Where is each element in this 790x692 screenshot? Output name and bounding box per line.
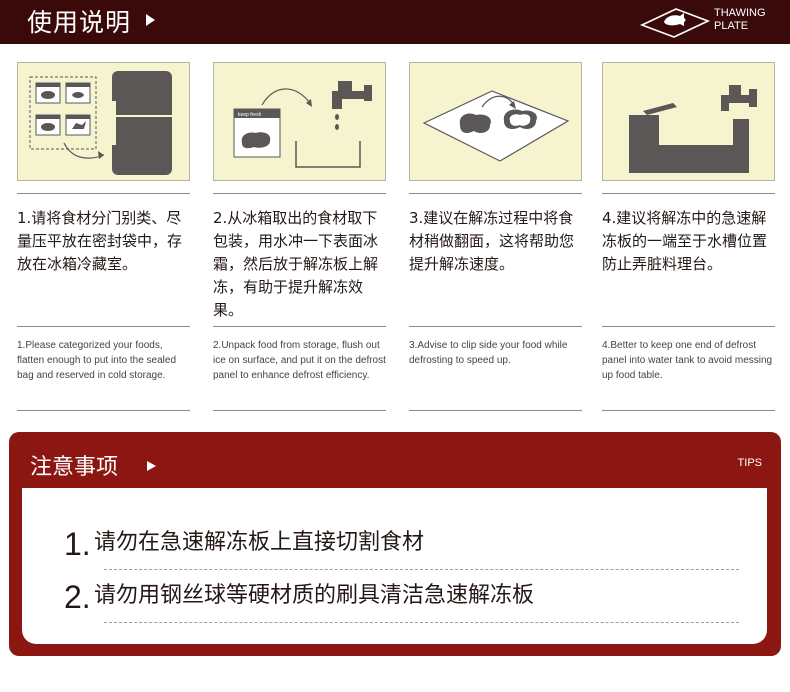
divider: [17, 410, 190, 411]
thawing-plate-logo-icon: [640, 8, 710, 38]
page-title: 使用说明: [27, 8, 132, 37]
divider: [17, 326, 190, 327]
notice-item: 2. 请勿用钢丝球等硬材质的刷具清洁急速解冻板: [64, 577, 739, 623]
step-3-zh-text: 3.建议在解冻过程中将食材稍做翻面，这将帮助您提升解冻速度。: [409, 209, 575, 273]
notice-item-number: 2.: [64, 579, 91, 615]
header-bar: 使用说明 THAWING PLATE: [0, 0, 790, 44]
brand-line-1: THAWING: [714, 7, 766, 19]
step-2-en-text: 2.Unpack food from storage, flush out ic…: [213, 340, 386, 381]
unpack-rinse-icon: keep fresh: [233, 81, 372, 168]
divider: [213, 326, 386, 327]
dashed-divider: [104, 622, 739, 623]
keep-fresh-label: keep fresh: [238, 112, 262, 118]
step-3-en-text: 3.Advise to clip side your food while de…: [409, 340, 568, 366]
flip-food-icon: [422, 90, 570, 162]
brand-name: THAWING PLATE: [714, 7, 766, 33]
fridge-bags-icon: [29, 71, 172, 175]
step-2-zh-text: 2.从冰箱取出的食材取下包装，用水冲一下表面冰霜，然后放于解冻板上解冻，有助于提…: [213, 209, 379, 319]
step-2-illustration: keep fresh: [213, 62, 386, 181]
divider: [17, 193, 190, 194]
notice-item-text: 请勿用钢丝球等硬材质的刷具清洁急速解冻板: [94, 583, 535, 608]
step-1-en-text: 1.Please categorized your foods, flatten…: [17, 340, 177, 381]
divider: [602, 326, 775, 327]
tips-label: TIPS: [737, 457, 762, 469]
step-4-zh-text: 4.建议将解冻中的急速解冻板的一端至于水槽位置防止弄脏料理台。: [602, 209, 768, 273]
play-arrow-icon: [147, 461, 156, 471]
step-4-en-text: 4.Better to keep one end of defrost pane…: [602, 340, 773, 381]
divider: [213, 410, 386, 411]
step-1-illustration: [17, 62, 190, 181]
brand-line-2: PLATE: [714, 20, 749, 32]
notice-title: 注意事项: [30, 455, 119, 480]
divider: [602, 410, 775, 411]
notice-item: 1. 请勿在急速解冻板上直接切割食材: [64, 524, 739, 570]
divider: [602, 193, 775, 194]
notice-item-number: 1.: [64, 526, 91, 562]
notice-body: 1. 请勿在急速解冻板上直接切割食材 2. 请勿用钢丝球等硬材质的刷具清洁急速解…: [22, 488, 767, 644]
step-1-zh-text: 1.请将食材分门别类、尽量压平放在密封袋中，存放在冰箱冷藏室。: [17, 209, 183, 273]
divider: [409, 326, 582, 327]
dashed-divider: [104, 569, 739, 570]
notice-section: 注意事项 TIPS 1. 请勿在急速解冻板上直接切割食材 2. 请勿用钢丝球等硬…: [9, 432, 781, 656]
divider: [213, 193, 386, 194]
divider: [409, 193, 582, 194]
play-arrow-icon: [146, 14, 155, 26]
sink-panel-icon: [629, 85, 757, 173]
step-4-illustration: [602, 62, 775, 181]
divider: [409, 410, 582, 411]
step-3-illustration: [409, 62, 582, 181]
notice-item-text: 请勿在急速解冻板上直接切割食材: [94, 530, 425, 555]
